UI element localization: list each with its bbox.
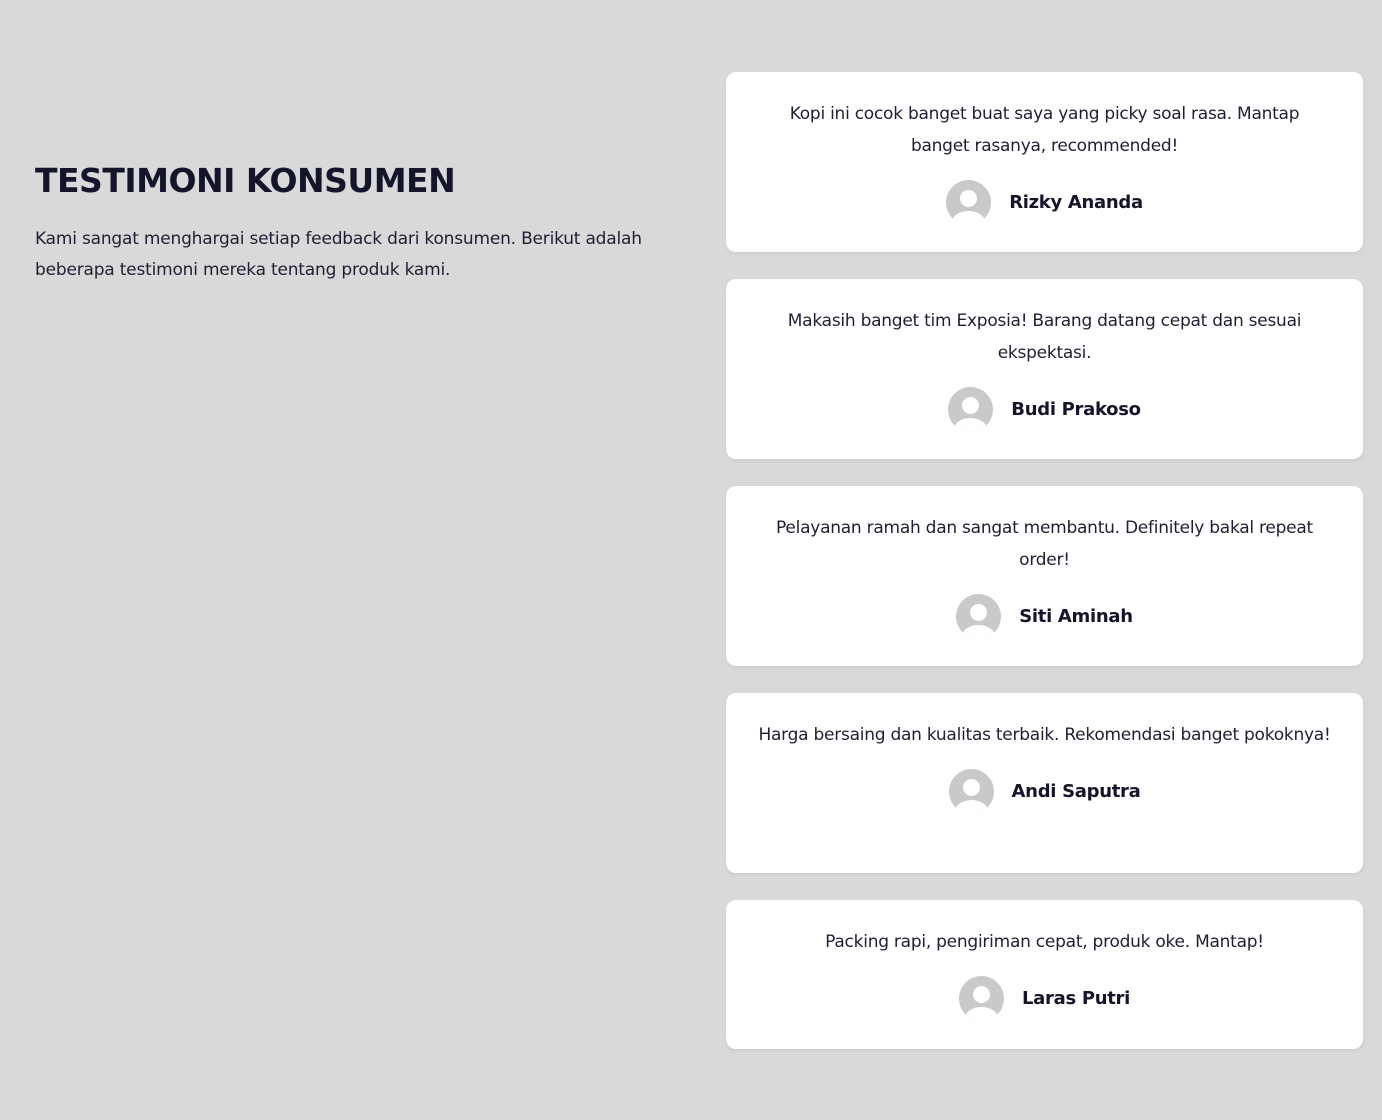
testimonial-quote: Makasih banget tim Exposia! Barang datan… [787,311,1302,363]
testimonial-quote: Pelayanan ramah dan sangat membantu. Def… [776,518,1313,570]
section-title: TESTIMONI KONSUMEN [35,161,456,200]
testimonial-author: Rizky Ananda [758,180,1331,225]
testimonial-author: Laras Putri [758,976,1331,1021]
testimonial-author: Siti Aminah [758,594,1331,639]
author-name: Laras Putri [1022,988,1130,1009]
testimonial-card: Makasih banget tim Exposia! Barang datan… [726,279,1363,459]
user-avatar-icon [956,594,1002,639]
testimonial-author: Budi Prakoso [758,387,1331,432]
testimonial-intro: TESTIMONI KONSUMEN Kami sangat mengharga… [35,160,645,286]
user-avatar-icon [948,769,994,814]
author-name: Rizky Ananda [1009,192,1143,213]
testimonial-card: Harga bersaing dan kualitas terbaik. Rek… [726,693,1363,873]
testimonial-list: Kopi ini cocok banget buat saya yang pic… [726,72,1363,1076]
testimonial-card: Packing rapi, pengiriman cepat, produk o… [726,900,1363,1049]
author-name: Budi Prakoso [1011,399,1141,420]
author-name: Andi Saputra [1011,781,1141,802]
testimonial-author: Andi Saputra [758,769,1331,814]
testimonial-card: Pelayanan ramah dan sangat membantu. Def… [726,486,1363,666]
section-description: Kami sangat menghargai setiap feedback d… [35,229,642,280]
author-name: Siti Aminah [1019,606,1133,627]
user-avatar-icon [946,180,992,225]
testimonial-card: Kopi ini cocok banget buat saya yang pic… [726,72,1363,252]
testimonial-quote: Kopi ini cocok banget buat saya yang pic… [789,104,1300,156]
testimonial-quote: Harga bersaing dan kualitas terbaik. Rek… [758,725,1331,745]
testimonial-quote: Packing rapi, pengiriman cepat, produk o… [825,932,1264,952]
user-avatar-icon [948,387,994,432]
user-avatar-icon [959,976,1004,1021]
